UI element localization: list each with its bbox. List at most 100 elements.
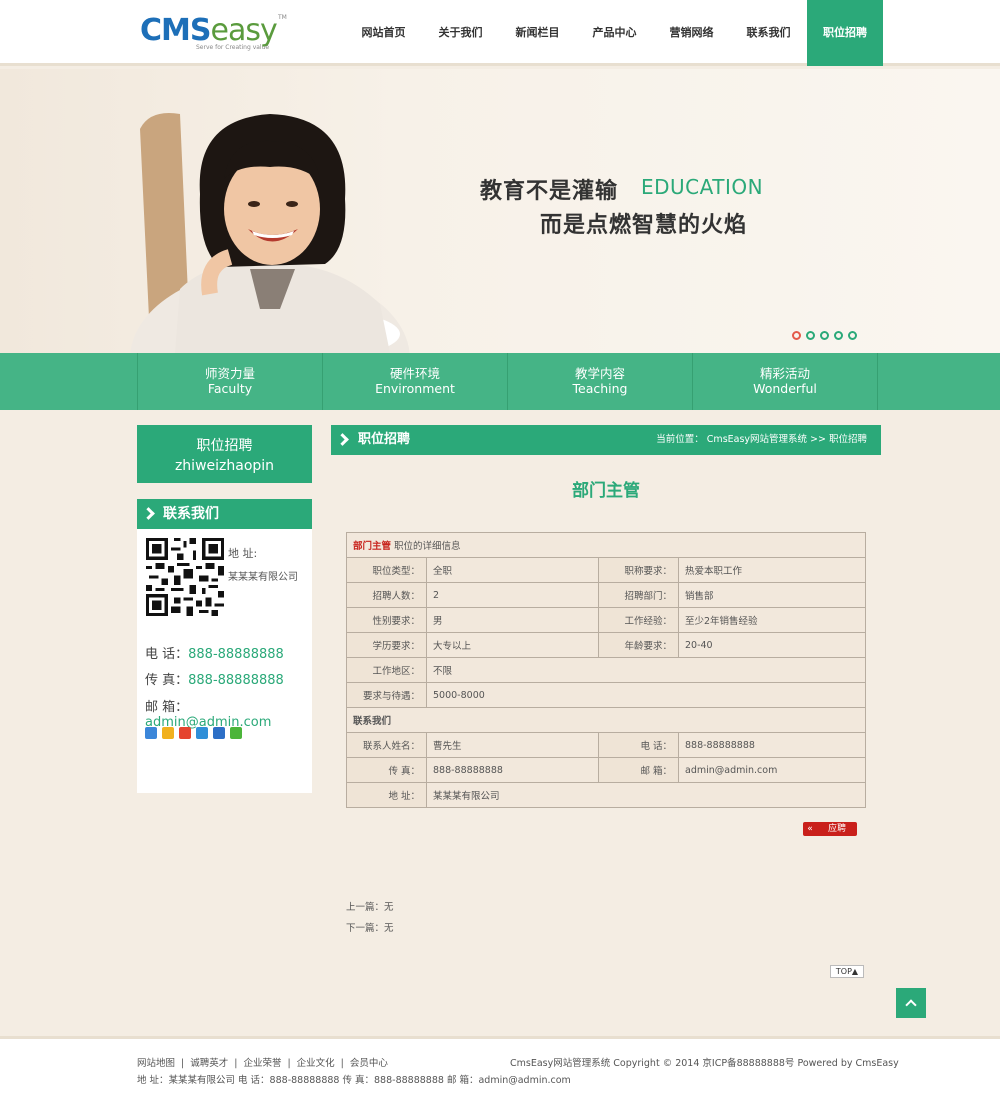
table-row: 要求与待遇： 5000-8000 xyxy=(346,682,866,708)
cell-key: 职位类型： xyxy=(346,557,427,583)
feature-label-en: Environment xyxy=(375,381,455,396)
next-article-link[interactable]: 下一篇：无 xyxy=(346,920,394,934)
top-button[interactable]: TOP▲ xyxy=(830,965,864,978)
fax-line: 传 真：888-88888888 xyxy=(145,669,284,688)
cell-key: 联系人姓名： xyxy=(346,732,427,758)
footer-link-member[interactable]: 会员中心 xyxy=(350,1058,388,1069)
slider-dots xyxy=(792,331,857,340)
cell-key: 地 址： xyxy=(346,782,427,808)
cell-value: 至少2年销售经验 xyxy=(678,607,866,633)
email-line: 邮 箱：admin@admin.com xyxy=(145,696,312,730)
cell-value: 大专以上 xyxy=(426,632,599,658)
share-plus-icon[interactable] xyxy=(145,727,157,739)
feature-label-en: Wonderful xyxy=(753,381,817,396)
footer-link-jobs[interactable]: 诚聘英才 xyxy=(190,1058,228,1069)
table-row: 传 真： 888-88888888 邮 箱： admin@admin.com xyxy=(346,757,866,783)
hero-banner: 教育不是灌输 EDUCATION 而是点燃智慧的火焰 xyxy=(0,69,1000,353)
feature-faculty[interactable]: 师资力量 Faculty xyxy=(138,353,323,410)
cell-key: 学历要求： xyxy=(346,632,427,658)
share-wechat-icon[interactable] xyxy=(230,727,242,739)
footer: 网站地图 | 诚聘英才 | 企业荣誉 | 企业文化 | 会员中心 CmsEasy网站管理系统 C… xyxy=(0,1036,1000,1096)
category-box[interactable]: 职位招聘 zhiweizhaopin xyxy=(137,425,312,483)
prev-article-link[interactable]: 上一篇：无 xyxy=(346,899,394,913)
contact-section-heading: 联系我们 xyxy=(346,707,866,733)
address-label: 地 址: xyxy=(228,547,258,560)
cell-value: 不限 xyxy=(426,657,866,683)
address-value: 某某某有限公司 xyxy=(228,572,298,583)
contact-panel: 地 址: 某某某有限公司 电 话：888-88888888 传 真：888-88… xyxy=(137,529,312,793)
nav-about[interactable]: 关于我们 xyxy=(422,0,499,66)
slider-dot[interactable] xyxy=(792,331,801,340)
cell-value: 销售部 xyxy=(678,582,866,608)
table-row: 联系人姓名： 曹先生电 话： 888-88888888 xyxy=(346,732,866,758)
slider-dot[interactable] xyxy=(820,331,829,340)
slider-dot[interactable] xyxy=(834,331,843,340)
feature-label-en: Faculty xyxy=(207,381,253,396)
detail-suffix: 职位的详细信息 xyxy=(394,541,461,552)
slider-dot[interactable] xyxy=(806,331,815,340)
share-renren-icon[interactable] xyxy=(213,727,225,739)
table-row: 学历要求： 大专以上 年龄要求： 20-40 xyxy=(346,632,866,658)
cell-key: 工作经验： xyxy=(598,607,679,633)
cell-value: 888-88888888 xyxy=(678,732,866,758)
cell-key: 招聘部门： xyxy=(598,582,679,608)
banner-line-2: 而是点燃智慧的火焰 xyxy=(540,213,748,238)
footer-link-sitemap[interactable]: 网站地图 xyxy=(137,1058,175,1069)
cell-value: 888-88888888 xyxy=(426,757,599,783)
banner-line-1: 教育不是灌输 xyxy=(480,179,619,204)
feature-wonderful[interactable]: 精彩活动 Wonderful xyxy=(693,353,878,410)
cell-value: 2 xyxy=(426,582,599,608)
feature-bar: 师资力量 Faculty 硬件环境 Environment 教学内容 Teaching… xyxy=(0,353,1000,410)
header: CMSeasy TM Serve for Creating value 网站首页… xyxy=(0,0,1000,66)
cell-value: 曹先生 xyxy=(426,732,599,758)
table-row: 招聘人数： 2 招聘部门： 销售部 xyxy=(346,582,866,608)
site-logo[interactable]: CMSeasy TM Serve for Creating value xyxy=(140,14,290,52)
footer-link-culture[interactable]: 企业文化 xyxy=(297,1058,335,1069)
feature-label-cn: 硬件环境 xyxy=(389,366,440,381)
back-to-top-button[interactable] xyxy=(896,988,926,1018)
cell-key: 传 真： xyxy=(346,757,427,783)
main-content: 职位招聘 当前位置： CmsEasy网站管理系统 >> 职位招聘 部门主管 部门… xyxy=(331,425,881,934)
email-label: 邮 箱： xyxy=(145,700,189,715)
logo-slogan: Serve for Creating value xyxy=(196,44,270,51)
share-weibo-icon[interactable] xyxy=(179,727,191,739)
apply-button[interactable]: « 应聘 xyxy=(803,822,857,836)
slider-dot[interactable] xyxy=(848,331,857,340)
share-qzone-icon[interactable] xyxy=(162,727,174,739)
table-row: 职位类型： 全职 职称要求： 热爱本职工作 xyxy=(346,557,866,583)
cell-key: 招聘人数： xyxy=(346,582,427,608)
phone-line: 电 话：888-88888888 xyxy=(145,643,284,662)
chevron-up-icon xyxy=(905,999,917,1011)
chevron-right-icon xyxy=(142,507,155,520)
job-title: 部门主管 xyxy=(572,481,640,501)
fax-label: 传 真： xyxy=(145,673,189,688)
feature-label-en: Teaching xyxy=(572,381,628,396)
phone-value: 888-88888888 xyxy=(188,647,284,662)
qr-code-icon xyxy=(146,538,224,616)
share-tencent-icon[interactable] xyxy=(196,727,208,739)
banner-education: EDUCATION xyxy=(641,175,764,199)
nav-home[interactable]: 网站首页 xyxy=(345,0,422,66)
detail-job-name: 部门主管 xyxy=(353,541,392,552)
cell-key: 性别要求： xyxy=(346,607,427,633)
table-row: 性别要求：男工作经验： 至少2年销售经验 xyxy=(346,607,866,633)
nav-news[interactable]: 新闻栏目 xyxy=(499,0,576,66)
feature-teaching[interactable]: 教学内容 Teaching xyxy=(508,353,693,410)
double-left-arrow-icon: « xyxy=(807,824,813,834)
nav-products[interactable]: 产品中心 xyxy=(576,0,653,66)
nav-jobs[interactable]: 职位招聘 xyxy=(807,0,883,66)
feature-label-cn: 教学内容 xyxy=(574,366,625,381)
feature-label-cn: 精彩活动 xyxy=(759,366,810,381)
category-title-en: zhiweizhaopin xyxy=(174,458,275,474)
share-icons xyxy=(145,727,242,739)
cell-key: 电 话： xyxy=(598,732,679,758)
nav-contact[interactable]: 联系我们 xyxy=(730,0,807,66)
sidebar: 职位招聘 zhiweizhaopin 联系我们 地 址: 某某某有限公司 电 话… xyxy=(137,425,312,793)
cell-key: 邮 箱： xyxy=(598,757,679,783)
feature-environment[interactable]: 硬件环境 Environment xyxy=(323,353,508,410)
nav-marketing[interactable]: 营销网络 xyxy=(653,0,730,66)
footer-link-honors[interactable]: 企业荣誉 xyxy=(243,1058,281,1069)
banner-girl-photo xyxy=(130,113,410,353)
category-title-cn: 职位招聘 xyxy=(196,438,253,454)
breadcrumb[interactable]: 当前位置： CmsEasy网站管理系统 >> 职位招聘 xyxy=(656,425,867,455)
